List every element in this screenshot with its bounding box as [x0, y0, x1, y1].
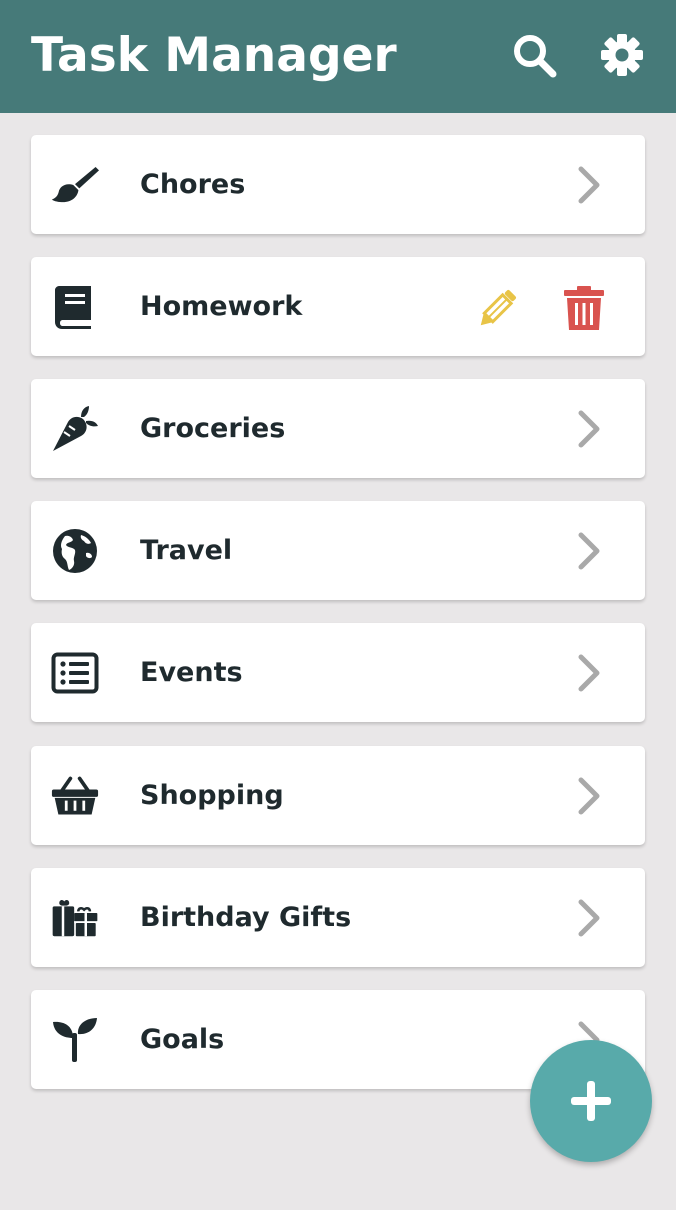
chevron-right-icon — [571, 407, 607, 451]
trash-icon — [564, 286, 604, 330]
app-bar: Task Manager — [0, 0, 676, 113]
shopping-basket-icon — [51, 772, 99, 820]
list-item-label: Groceries — [140, 413, 286, 444]
edit-button[interactable] — [471, 283, 523, 335]
pencil-icon — [480, 290, 516, 326]
settings-button[interactable] — [598, 31, 646, 79]
list-item-shopping[interactable]: Shopping — [31, 746, 645, 845]
search-button[interactable] — [510, 31, 558, 79]
chevron-right-icon — [571, 774, 607, 818]
seedling-icon — [51, 1016, 99, 1064]
chevron-right-icon — [571, 163, 607, 207]
list-item-label: Goals — [140, 1024, 225, 1055]
search-icon — [514, 35, 557, 78]
chevron-right-icon — [571, 896, 607, 940]
list-item-label: Chores — [140, 169, 246, 200]
book-icon — [51, 283, 99, 331]
list-item-travel[interactable]: Travel — [31, 501, 645, 600]
chevron-right-icon — [571, 529, 607, 573]
app-title: Task Manager — [31, 28, 397, 83]
list-item-label: Events — [140, 657, 243, 688]
list-alt-icon — [51, 649, 99, 697]
chevron-right-icon — [571, 651, 607, 695]
list-item-chores[interactable]: Chores — [31, 135, 645, 234]
list-item-label: Travel — [140, 535, 233, 566]
list-item-label: Homework — [140, 291, 303, 322]
add-list-button[interactable] — [530, 1040, 652, 1162]
list-item-label: Shopping — [140, 780, 284, 811]
delete-button[interactable] — [558, 282, 610, 334]
paint-brush-icon — [51, 161, 99, 209]
globe-icon — [51, 527, 99, 575]
gear-icon — [601, 34, 643, 76]
list-item-events[interactable]: Events — [31, 623, 645, 722]
list-item-label: Birthday Gifts — [140, 902, 352, 933]
list-item-birthday-gifts[interactable]: Birthday Gifts — [31, 868, 645, 967]
list-item-homework[interactable]: Homework — [31, 257, 645, 356]
carrot-icon — [51, 405, 99, 453]
gifts-icon — [51, 894, 99, 942]
list-item-groceries[interactable]: Groceries — [31, 379, 645, 478]
plus-icon — [571, 1081, 611, 1121]
